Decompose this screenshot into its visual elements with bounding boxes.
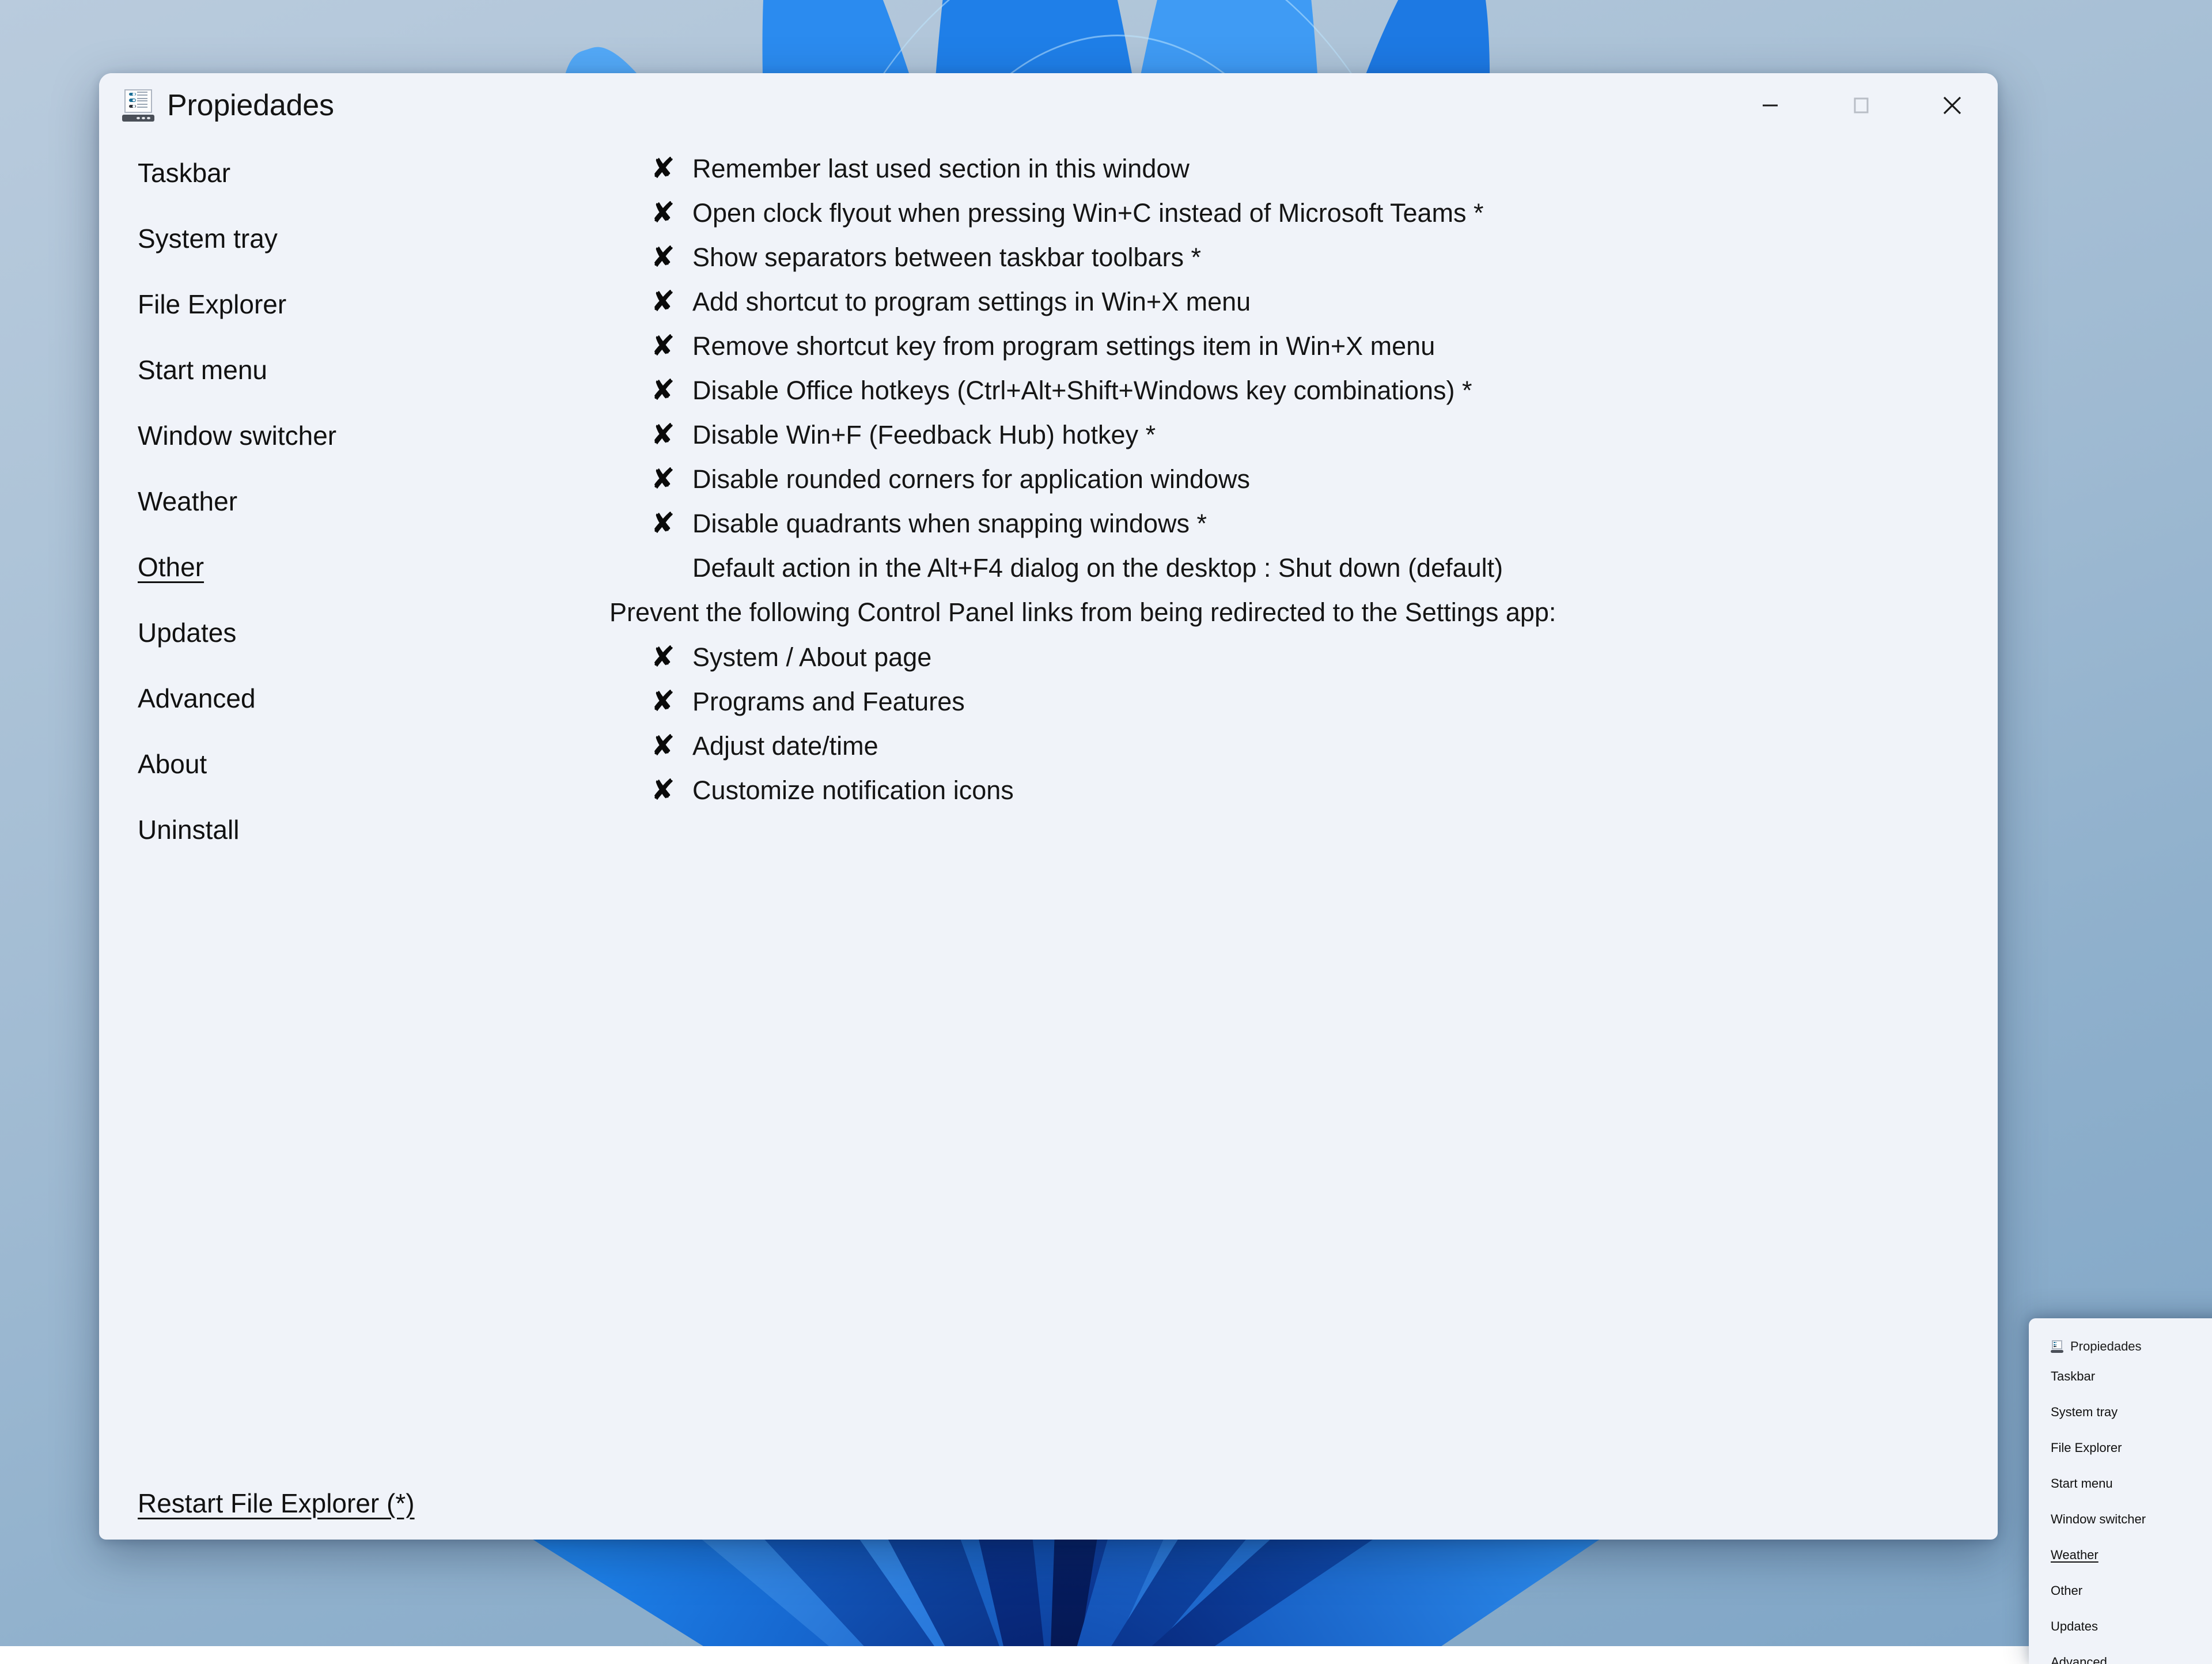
option-row[interactable]: ✘ Add shortcut to program settings in Wi… <box>520 286 1998 330</box>
secondary-sidebar-item-taskbar[interactable]: Taskbar <box>2051 1369 2095 1384</box>
restart-file-explorer-link[interactable]: Restart File Explorer (*) <box>138 1488 415 1518</box>
option-label: Remove shortcut key from program setting… <box>692 331 1435 361</box>
sidebar-item-weather[interactable]: Weather <box>138 488 237 515</box>
checkbox-checked-icon[interactable]: ✘ <box>651 241 681 273</box>
sidebar-item-window-switcher[interactable]: Window switcher <box>138 422 336 449</box>
window-body: Taskbar System tray File Explorer Start … <box>99 138 1998 1540</box>
minimize-button[interactable] <box>1725 73 1816 138</box>
checkbox-checked-icon[interactable]: ✘ <box>651 197 681 228</box>
footer: Restart File Explorer (*) <box>138 1488 415 1519</box>
title-bar: Propiedades <box>99 73 1998 138</box>
maximize-button[interactable] <box>1816 73 1907 138</box>
secondary-window-title: Propiedades <box>2070 1339 2142 1353</box>
checkbox-checked-icon[interactable]: ✘ <box>651 774 681 805</box>
option-row[interactable]: ✘ Remember last used section in this win… <box>520 153 1998 197</box>
secondary-sidebar-item-weather[interactable]: Weather <box>2051 1548 2099 1563</box>
checkbox-checked-icon[interactable]: ✘ <box>651 508 681 539</box>
sidebar-item-about[interactable]: About <box>138 751 207 777</box>
window-controls <box>1725 73 1998 138</box>
sidebar-navigation: Taskbar System tray File Explorer Start … <box>99 138 520 1540</box>
option-row[interactable]: ✘ Customize notification icons <box>520 774 1998 819</box>
sidebar-item-other[interactable]: Other <box>138 554 204 580</box>
option-label: System / About page <box>692 642 932 672</box>
checkbox-checked-icon[interactable]: ✘ <box>651 375 681 406</box>
checkbox-checked-icon[interactable]: ✘ <box>651 686 681 717</box>
option-row[interactable]: ✘ Show separators between taskbar toolba… <box>520 241 1998 286</box>
secondary-sidebar-navigation: Taskbar System tray File Explorer Start … <box>2029 1360 2212 1664</box>
checkbox-checked-icon[interactable]: ✘ <box>651 153 681 184</box>
checkbox-checked-icon[interactable]: ✘ <box>651 730 681 761</box>
settings-content: ✘ Remember last used section in this win… <box>520 138 1998 1540</box>
checkbox-checked-icon[interactable]: ✘ <box>651 330 681 361</box>
option-row[interactable]: ✘ Disable rounded corners for applicatio… <box>520 463 1998 508</box>
option-label: Remember last used section in this windo… <box>692 154 1190 183</box>
secondary-sidebar-item-updates[interactable]: Updates <box>2051 1619 2098 1634</box>
section-heading: Prevent the following Control Panel link… <box>609 597 1556 627</box>
maximize-icon <box>1854 97 1869 114</box>
sidebar-item-taskbar[interactable]: Taskbar <box>138 160 230 186</box>
option-row[interactable]: ✘ Programs and Features <box>520 686 1998 730</box>
properties-app-icon <box>2051 1340 2063 1353</box>
sidebar-item-updates[interactable]: Updates <box>138 619 236 646</box>
properties-app-icon <box>122 89 154 122</box>
option-label: Adjust date/time <box>692 731 878 761</box>
close-button[interactable] <box>1907 73 1998 138</box>
secondary-sidebar-item-start-menu[interactable]: Start menu <box>2051 1476 2113 1491</box>
sidebar-item-start-menu[interactable]: Start menu <box>138 357 267 383</box>
option-row[interactable]: ✘ Adjust date/time <box>520 730 1998 774</box>
checkbox-checked-icon[interactable]: ✘ <box>651 419 681 450</box>
row-indent-spacer <box>651 552 692 596</box>
option-row[interactable]: ✘ Remove shortcut key from program setti… <box>520 330 1998 375</box>
window-title: Propiedades <box>167 89 334 122</box>
option-row[interactable]: ✘ System / About page <box>520 641 1998 686</box>
secondary-sidebar-item-file-explorer[interactable]: File Explorer <box>2051 1440 2122 1455</box>
option-label: Disable quadrants when snapping windows … <box>692 509 1207 538</box>
secondary-sidebar-item-system-tray[interactable]: System tray <box>2051 1405 2118 1420</box>
option-label: Disable rounded corners for application … <box>692 464 1251 494</box>
sidebar-item-advanced[interactable]: Advanced <box>138 685 256 712</box>
secondary-sidebar-item-window-switcher[interactable]: Window switcher <box>2051 1512 2146 1527</box>
option-label: Programs and Features <box>692 687 965 716</box>
checkbox-checked-icon[interactable]: ✘ <box>651 641 681 672</box>
sidebar-item-system-tray[interactable]: System tray <box>138 225 278 252</box>
option-label: Add shortcut to program settings in Win+… <box>692 287 1251 316</box>
secondary-title-bar: Propiedades <box>2029 1318 2212 1360</box>
default-action-row[interactable]: Default action in the Alt+F4 dialog on t… <box>520 552 1998 596</box>
option-label: Show separators between taskbar toolbars… <box>692 243 1201 272</box>
option-row[interactable]: ✘ Disable Win+F (Feedback Hub) hotkey * <box>520 419 1998 463</box>
minimize-icon <box>1763 104 1778 107</box>
option-label: Disable Office hotkeys (Ctrl+Alt+Shift+W… <box>692 376 1472 405</box>
option-row[interactable]: ✘ Disable Office hotkeys (Ctrl+Alt+Shift… <box>520 375 1998 419</box>
checkbox-checked-icon[interactable]: ✘ <box>651 286 681 317</box>
secondary-sidebar-item-other[interactable]: Other <box>2051 1583 2082 1598</box>
close-icon <box>1943 96 1961 115</box>
secondary-sidebar-item-advanced[interactable]: Advanced <box>2051 1655 2107 1664</box>
option-label: Customize notification icons <box>692 776 1014 805</box>
secondary-properties-window: Propiedades Taskbar System tray File Exp… <box>2029 1318 2212 1664</box>
sidebar-item-file-explorer[interactable]: File Explorer <box>138 291 286 317</box>
option-label: Disable Win+F (Feedback Hub) hotkey * <box>692 420 1156 449</box>
option-row[interactable]: ✘ Open clock flyout when pressing Win+C … <box>520 197 1998 241</box>
sidebar-item-uninstall[interactable]: Uninstall <box>138 816 239 843</box>
option-label: Open clock flyout when pressing Win+C in… <box>692 198 1484 228</box>
checkbox-checked-icon[interactable]: ✘ <box>651 463 681 494</box>
properties-window: Propiedades Taskbar System tray File Exp… <box>99 73 1998 1540</box>
option-row[interactable]: ✘ Disable quadrants when snapping window… <box>520 508 1998 552</box>
default-action-label: Default action in the Alt+F4 dialog on t… <box>692 553 1503 583</box>
